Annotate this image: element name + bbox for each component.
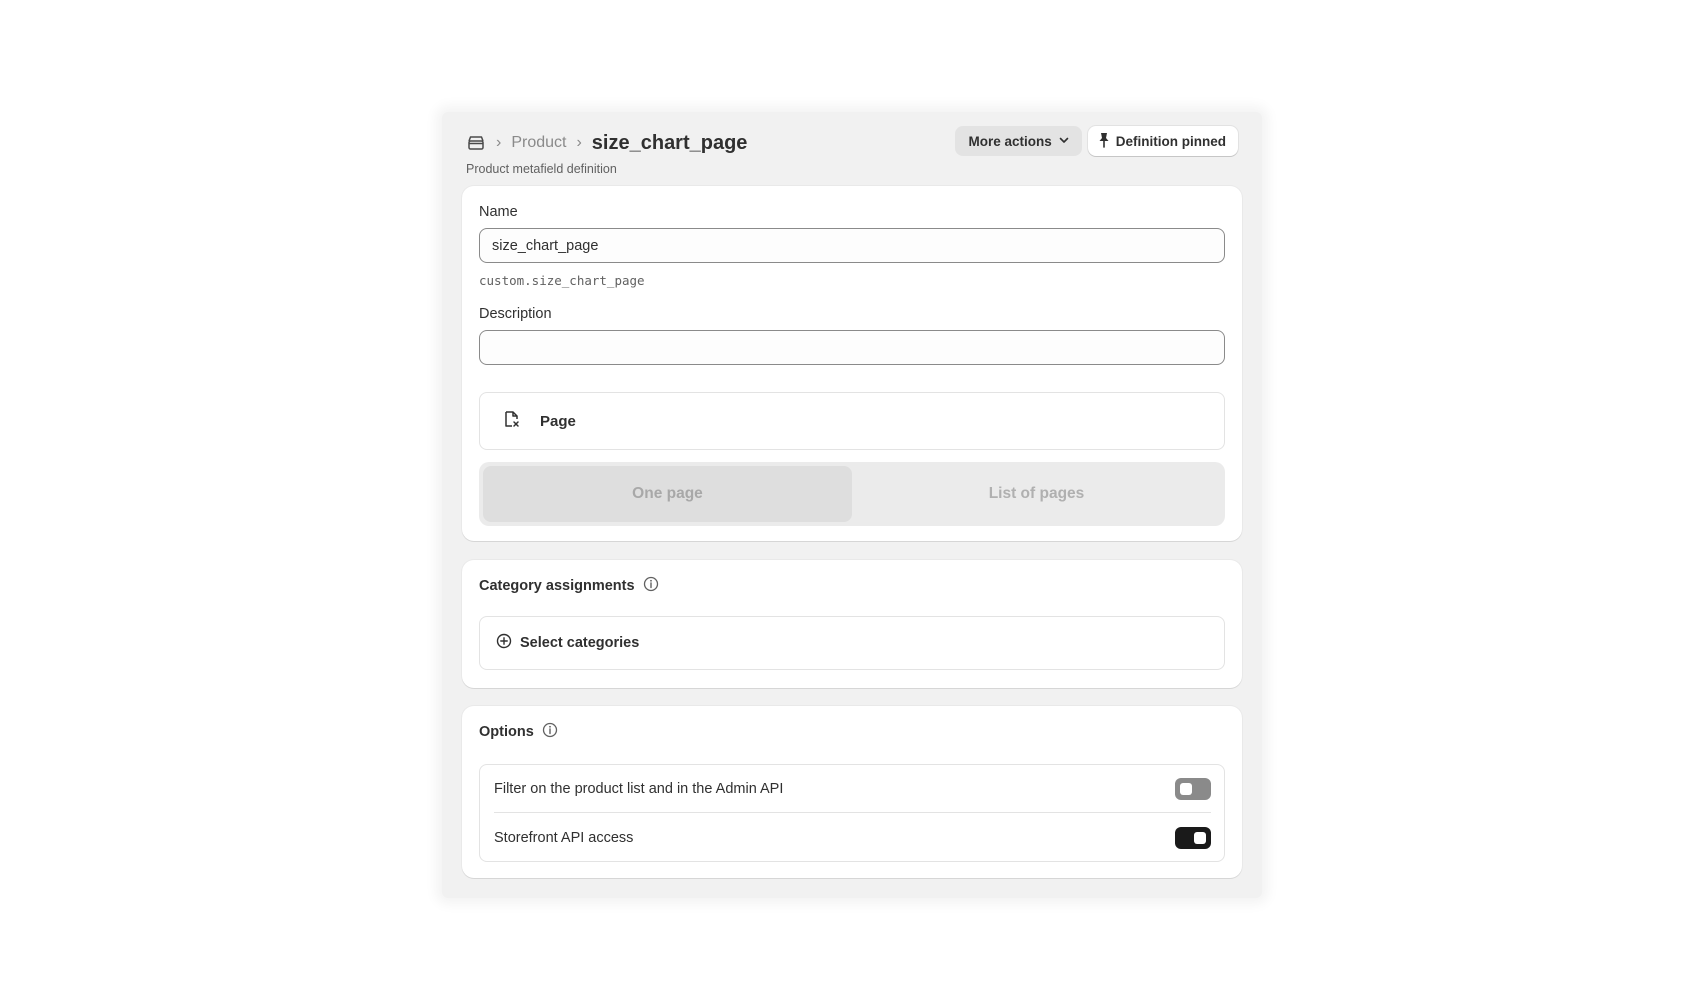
category-assignments-card: Category assignments Select categories: [462, 560, 1242, 688]
options-list: Filter on the product list and in the Ad…: [479, 764, 1225, 862]
breadcrumb: › Product › size_chart_page: [466, 130, 747, 156]
chevron-down-icon: [1058, 134, 1070, 149]
breadcrumb-separator: ›: [496, 134, 502, 151]
segment-list-of-pages[interactable]: List of pages: [852, 466, 1221, 522]
breadcrumb-separator: ›: [576, 134, 582, 151]
page-header: › Product › size_chart_page Product meta…: [466, 126, 1238, 186]
name-input[interactable]: size_chart_page: [479, 228, 1225, 263]
description-input[interactable]: [479, 330, 1225, 365]
option-admin-filter: Filter on the product list and in the Ad…: [494, 765, 1211, 813]
options-card: Options Filter on the product list and i…: [462, 706, 1242, 878]
metafield-definition-window: › Product › size_chart_page Product meta…: [442, 112, 1262, 898]
description-label: Description: [479, 306, 552, 322]
store-icon[interactable]: [466, 133, 486, 153]
page-icon: [504, 410, 520, 433]
option-storefront-access: Storefront API access: [494, 814, 1211, 862]
select-categories-label: Select categories: [520, 635, 640, 651]
category-assignments-title: Category assignments: [479, 578, 635, 594]
definition-pinned-button[interactable]: Definition pinned: [1087, 126, 1238, 156]
breadcrumb-product-link[interactable]: Product: [511, 134, 566, 152]
page-count-segmented-control: One page List of pages: [479, 462, 1225, 526]
more-actions-label: More actions: [968, 133, 1052, 149]
type-label: Page: [540, 412, 576, 430]
select-categories-button[interactable]: Select categories: [479, 616, 1225, 670]
category-assignments-header: Category assignments: [479, 576, 659, 596]
pin-icon: [1098, 132, 1110, 151]
type-selector[interactable]: Page: [479, 392, 1225, 450]
plus-circle-icon: [496, 633, 512, 653]
namespace-key: custom.size_chart_page: [479, 273, 645, 288]
segment-one-page[interactable]: One page: [483, 466, 852, 522]
option-storefront-access-label: Storefront API access: [494, 830, 634, 846]
more-actions-button[interactable]: More actions: [955, 126, 1082, 156]
options-header: Options: [479, 722, 558, 742]
admin-filter-toggle[interactable]: [1175, 777, 1211, 800]
definition-card: Name size_chart_page custom.size_chart_p…: [462, 186, 1242, 541]
page-subtitle: Product metafield definition: [466, 162, 617, 176]
storefront-access-toggle[interactable]: [1175, 827, 1211, 849]
definition-pinned-label: Definition pinned: [1115, 133, 1226, 149]
name-input-value: size_chart_page: [492, 237, 599, 254]
info-icon[interactable]: [643, 576, 659, 596]
info-icon[interactable]: [542, 722, 558, 742]
option-admin-filter-label: Filter on the product list and in the Ad…: [494, 780, 784, 797]
options-title: Options: [479, 724, 534, 740]
name-label: Name: [479, 204, 518, 220]
page-title: size_chart_page: [591, 131, 748, 154]
header-actions: More actions Definition pinned: [955, 126, 1238, 156]
